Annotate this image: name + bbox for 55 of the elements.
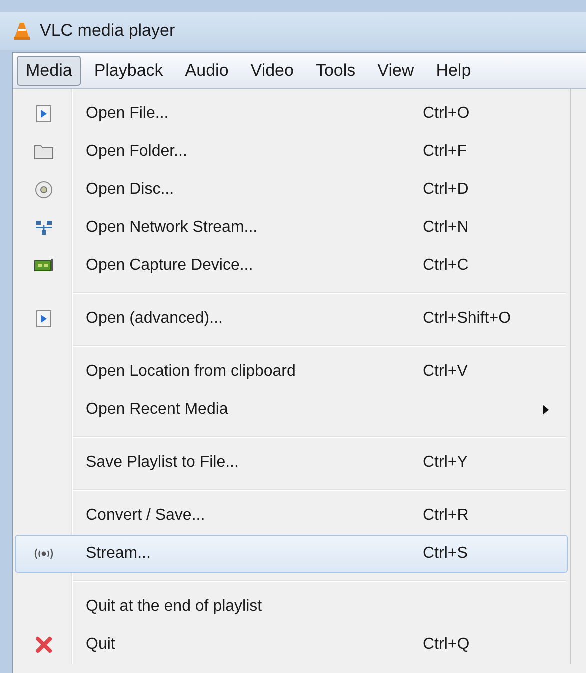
shortcut-label: Ctrl+Shift+O (423, 309, 512, 329)
shortcut-label: Ctrl+F (423, 142, 467, 162)
menu-item[interactable]: Open Location from clipboard Ctrl+V (15, 353, 568, 391)
menu-item[interactable]: Open Capture Device... Ctrl+C (15, 247, 568, 285)
window-title: VLC media player (40, 20, 176, 42)
shortcut-label: Ctrl+V (423, 362, 468, 382)
menu-item[interactable]: Convert / Save... Ctrl+R (15, 497, 568, 535)
menu-item-label: Convert / Save... (86, 506, 206, 526)
shortcut-label: Ctrl+N (423, 218, 469, 238)
menu-bar-item[interactable]: Video (242, 56, 303, 86)
menu-item-label: Open Disc... (86, 180, 176, 200)
menu-item[interactable]: Open File... Ctrl+O (15, 95, 568, 133)
menu-item-label: Open Location from clipboard (86, 362, 297, 382)
submenu-arrow-icon (543, 405, 549, 415)
menu-bar-item[interactable]: View (368, 56, 424, 86)
menu-item-label: Quit (86, 635, 116, 655)
folder-icon (34, 144, 54, 160)
menu-item-label: Quit at the end of playlist (86, 597, 264, 617)
broadcast-icon (33, 547, 55, 561)
shortcut-label: Ctrl+O (423, 104, 470, 124)
traffic-cone-icon (12, 21, 32, 41)
close-icon (35, 636, 53, 654)
media-file-icon (36, 105, 52, 123)
shortcut-label: Ctrl+Q (423, 635, 470, 655)
menu-bar-item[interactable]: Playback (85, 56, 172, 86)
menu-bar-item[interactable]: Media (17, 56, 82, 86)
shortcut-label: Ctrl+Y (423, 453, 468, 473)
menu-item-label: Open (advanced)... (86, 309, 224, 329)
menu-item[interactable]: Open Disc... Ctrl+D (15, 171, 568, 209)
menu-item-label: Open Network Stream... (86, 218, 259, 238)
menu-item[interactable]: Save Playlist to File... Ctrl+Y (15, 444, 568, 482)
shortcut-label: Ctrl+R (423, 506, 469, 526)
menu-bar-item[interactable]: Audio (176, 56, 238, 86)
menu-item[interactable]: Open Folder... Ctrl+F (15, 133, 568, 171)
menu-item-label: Open Folder... (86, 142, 188, 162)
menu-item-label: Save Playlist to File... (86, 453, 240, 473)
menu-item-label: Open File... (86, 104, 170, 124)
menu-item[interactable]: Quit Ctrl+Q (15, 626, 568, 664)
menu-bar-item[interactable]: Tools (306, 56, 365, 86)
menu-item[interactable]: Open Recent Media (15, 391, 568, 429)
shortcut-label: Ctrl+D (423, 180, 469, 200)
menu-item-label: Open Capture Device... (86, 256, 254, 276)
media-file-icon (36, 310, 52, 328)
menu-item[interactable]: Quit at the end of playlist (15, 588, 568, 626)
menu-item[interactable]: Open Network Stream... Ctrl+N (15, 209, 568, 247)
menu-item[interactable]: Open (advanced)... Ctrl+Shift+O (15, 300, 568, 338)
disc-icon (35, 181, 53, 199)
menu-item-label: Stream... (86, 544, 152, 564)
network-icon (35, 220, 53, 236)
shortcut-label: Ctrl+S (423, 544, 468, 564)
shortcut-label: Ctrl+C (423, 256, 469, 276)
menu-bar-item[interactable]: Help (427, 56, 480, 86)
menu-item-label: Open Recent Media (86, 400, 230, 420)
menu-item[interactable]: Stream... Ctrl+S (15, 535, 568, 573)
capture-card-icon (34, 258, 54, 274)
